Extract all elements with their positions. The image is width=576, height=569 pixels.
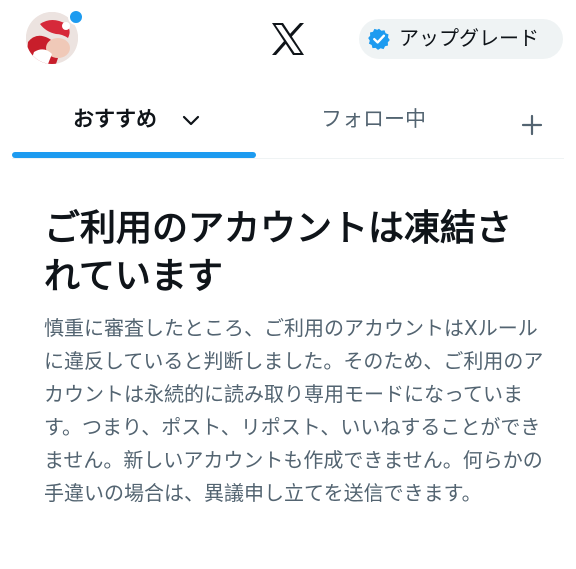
notification-dot xyxy=(68,9,84,25)
tab-for-you[interactable]: おすすめ xyxy=(12,82,257,160)
upgrade-label: アップグレード xyxy=(399,28,539,50)
tab-following-label: フォロー中 xyxy=(321,107,426,131)
plus-icon xyxy=(521,114,543,136)
add-tab-button[interactable] xyxy=(510,104,554,144)
active-tab-indicator xyxy=(12,152,256,158)
top-header: アップグレード xyxy=(0,0,576,78)
tab-for-you-label: おすすめ xyxy=(73,107,157,131)
x-logo-icon[interactable] xyxy=(270,22,306,56)
tabs-divider xyxy=(12,158,564,159)
tab-following[interactable]: フォロー中 xyxy=(257,82,499,160)
upgrade-button[interactable]: アップグレード xyxy=(359,19,563,59)
verified-badge-icon xyxy=(368,28,390,50)
suspension-message: 慎重に審査したところ、ご利用のアカウントはXルールに違反していると判断しました。… xyxy=(44,316,544,505)
chevron-down-icon[interactable] xyxy=(182,113,200,127)
suspension-title: ご利用のアカウントは凍結されています xyxy=(44,208,513,297)
timeline-tabs: おすすめ フォロー中 xyxy=(0,82,576,160)
